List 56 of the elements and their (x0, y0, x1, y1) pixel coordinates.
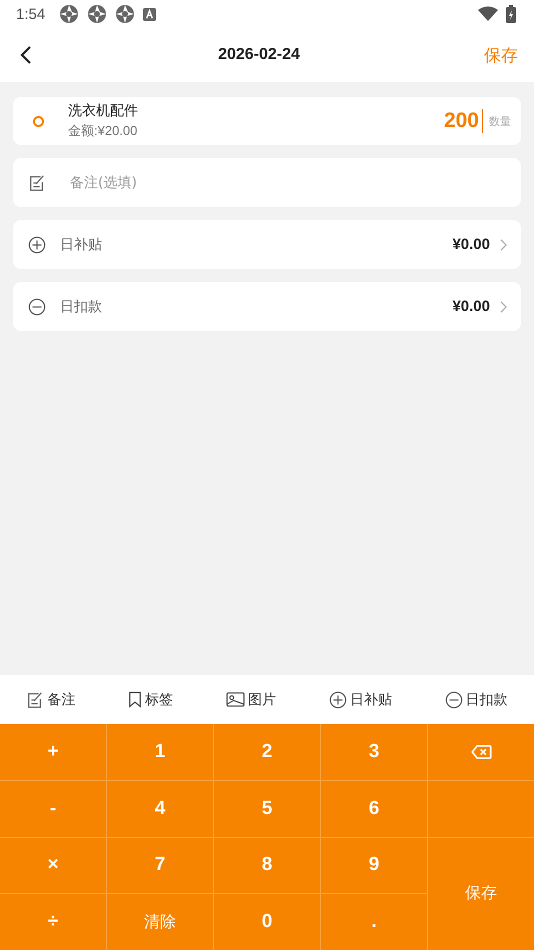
keypad-save-button[interactable]: 保存 (428, 838, 534, 950)
notification-icon (59, 4, 80, 24)
image-icon (226, 692, 245, 707)
keypad-key[interactable]: 9 (321, 838, 427, 894)
keypad-key[interactable]: 1 (107, 724, 213, 780)
keypad-key[interactable]: 5 (214, 780, 320, 836)
minus-circle-icon (444, 690, 463, 708)
adjustment-amount: ¥0.00 (452, 298, 490, 315)
keypad-key[interactable]: - (0, 780, 106, 836)
keypad-key[interactable]: ÷ (0, 894, 106, 950)
keypad-key[interactable]: 7 (107, 838, 213, 894)
back-button[interactable] (20, 44, 34, 66)
bookmark-icon (128, 691, 142, 708)
backspace-icon (470, 744, 492, 760)
battery-icon (506, 5, 516, 23)
keypad-key[interactable]: × (0, 838, 106, 894)
keypad-key[interactable]: 3 (321, 724, 427, 780)
toolbar-button[interactable]: 图片 (224, 686, 278, 712)
keypad-key[interactable]: + (0, 724, 106, 780)
wifi-icon (478, 6, 498, 22)
keypad-key[interactable]: 2 (214, 724, 320, 780)
note-icon (26, 690, 44, 708)
item-amount: 金额:¥20.00 (68, 122, 138, 140)
ring-icon (33, 116, 44, 126)
toolbar-button[interactable]: 备注 (24, 686, 78, 712)
notification-icon (87, 4, 108, 24)
quantity-label: 数量 (489, 114, 511, 128)
chevron-icon (500, 238, 507, 250)
keypad-key[interactable]: 8 (214, 838, 320, 894)
quantity-value[interactable]: 200 (444, 109, 483, 133)
notification-icon (115, 4, 136, 24)
notification-icon (143, 8, 156, 20)
save-button[interactable]: 保存 (484, 44, 518, 66)
toolbar-button[interactable]: 日补贴 (326, 686, 394, 712)
toolbar-button[interactable]: 日扣款 (442, 686, 510, 712)
item-name: 洗衣机配件 (68, 102, 139, 120)
keypad-key[interactable]: 0 (214, 894, 320, 950)
note-field[interactable]: 备注(选填) (13, 158, 521, 207)
adjustment-amount: ¥0.00 (452, 236, 490, 253)
note-input[interactable]: 备注(选填) (60, 174, 507, 190)
adjustment-row[interactable]: 日补贴 ¥0.00 (13, 220, 521, 269)
adjustment-label: 日扣款 (60, 298, 102, 316)
adjustment-row[interactable]: 日扣款 ¥0.00 (13, 282, 521, 331)
keypad-key[interactable]: 清除 (107, 894, 213, 950)
keypad-key[interactable]: . (321, 894, 427, 950)
plus-circle-icon (328, 690, 347, 708)
keypad-key[interactable]: 6 (321, 780, 427, 836)
keypad-key[interactable]: 4 (107, 780, 213, 836)
status-time: 1:54 (16, 6, 46, 22)
note-icon (28, 174, 46, 192)
adjustment-label: 日补贴 (60, 236, 102, 254)
plus-circle-icon (28, 236, 46, 254)
page-title: 2026-02-24 (217, 46, 301, 64)
minus-circle-icon (28, 298, 46, 316)
toolbar-button[interactable]: 标签 (126, 686, 176, 712)
chevron-icon (500, 300, 507, 312)
